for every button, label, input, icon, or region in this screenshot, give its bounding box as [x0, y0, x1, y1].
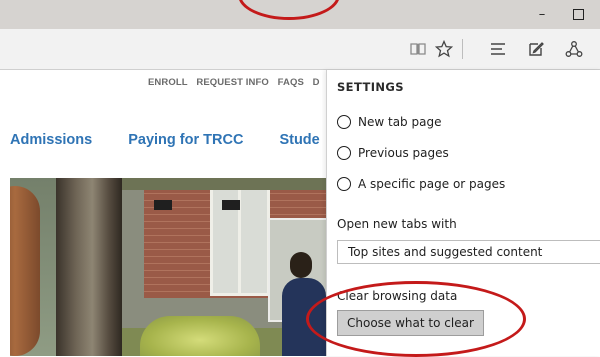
- maximize-icon: [572, 9, 584, 20]
- campus-photo: [10, 178, 326, 356]
- minimize-icon: –: [538, 7, 546, 22]
- maximize-button[interactable]: [556, 0, 600, 29]
- top-nav-faqs[interactable]: FAQS: [278, 77, 304, 88]
- top-nav-truncated[interactable]: D: [313, 77, 320, 88]
- nav-paying-for-trcc[interactable]: Paying for TRCC: [128, 132, 243, 148]
- radio-new-tab-page[interactable]: New tab page: [337, 115, 441, 129]
- tree-trunk: [56, 178, 122, 356]
- web-note-icon[interactable]: [524, 37, 548, 61]
- open-new-tabs-label: Open new tabs with: [337, 217, 457, 231]
- radio-label: New tab page: [358, 115, 442, 129]
- share-icon[interactable]: [562, 37, 586, 61]
- top-nav-request-info[interactable]: REQUEST INFO: [196, 77, 268, 88]
- toolbar-separator: [462, 39, 463, 59]
- person-hair: [10, 186, 40, 356]
- radio-specific-pages[interactable]: A specific page or pages: [337, 177, 505, 191]
- settings-title: SETTINGS: [337, 80, 404, 94]
- new-tabs-select[interactable]: Top sites and suggested content: [337, 240, 600, 264]
- nav-admissions[interactable]: Admissions: [10, 132, 92, 148]
- web-page: ENROLL REQUEST INFO FAQS D Admissions Pa…: [0, 70, 326, 356]
- radio-label: Previous pages: [358, 146, 449, 160]
- person-head: [290, 252, 312, 278]
- top-nav: ENROLL REQUEST INFO FAQS D: [148, 77, 326, 88]
- browser-toolbar: [0, 29, 600, 70]
- radio-circle-icon[interactable]: [337, 146, 351, 160]
- hub-icon[interactable]: [486, 37, 510, 61]
- annotation-ellipse: [306, 281, 526, 357]
- shrub: [140, 316, 260, 356]
- radio-circle-icon[interactable]: [337, 177, 351, 191]
- radio-circle-icon[interactable]: [337, 115, 351, 129]
- favorites-star-icon[interactable]: [432, 37, 456, 61]
- new-tabs-select-value: Top sites and suggested content: [348, 245, 543, 259]
- radio-label: A specific page or pages: [358, 177, 506, 191]
- building-window: [210, 184, 270, 296]
- reading-view-icon[interactable]: [406, 37, 430, 61]
- top-nav-enroll[interactable]: ENROLL: [148, 77, 188, 88]
- radio-previous-pages[interactable]: Previous pages: [337, 146, 449, 160]
- nav-students[interactable]: Stude: [279, 132, 319, 148]
- wall-lamp: [154, 200, 172, 210]
- main-nav: Admissions Paying for TRCC Stude: [10, 132, 326, 148]
- wall-lamp: [222, 200, 240, 210]
